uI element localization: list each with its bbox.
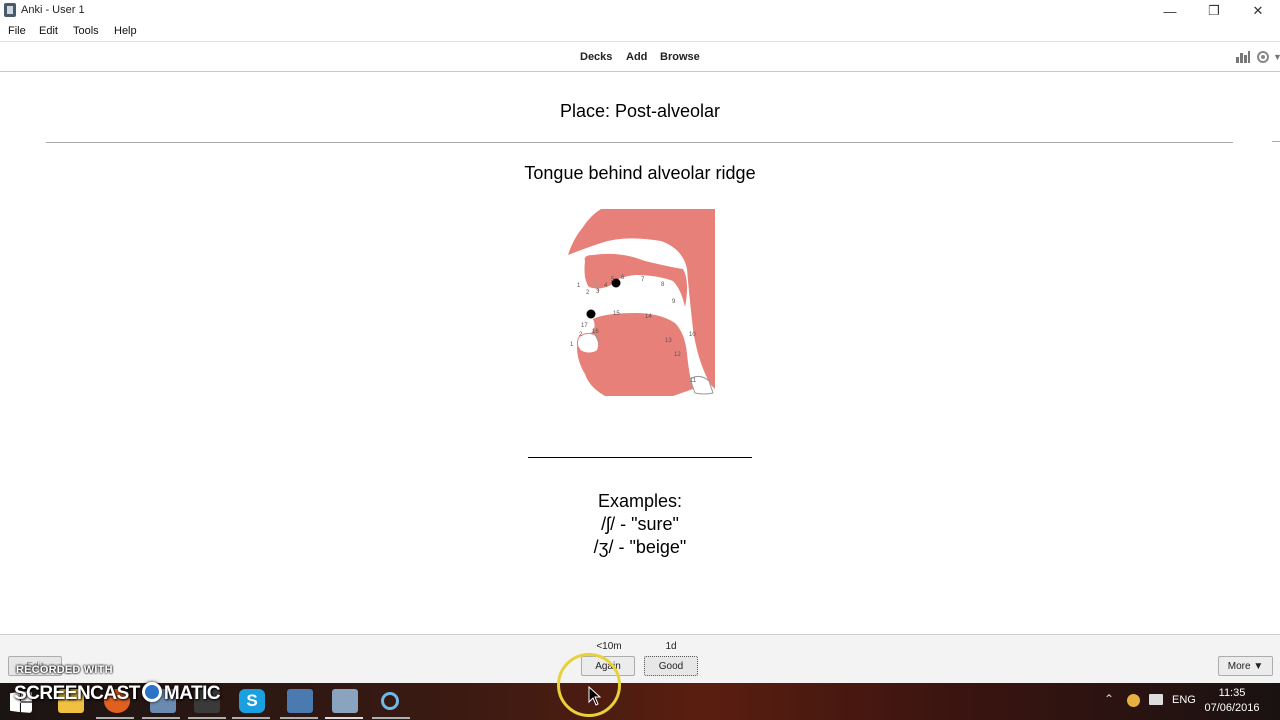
menu-file[interactable]: File: [8, 25, 26, 37]
restore-button[interactable]: ❐: [1192, 0, 1236, 22]
examples-heading: Examples:: [597, 491, 683, 511]
clock-date[interactable]: 07/06/2016: [1200, 702, 1264, 714]
window-title: Anki - User 1: [21, 4, 85, 16]
watermark-text: SCREENCAST: [14, 683, 140, 704]
diagram-label: 9: [672, 299, 676, 305]
articulation-point-marker: [586, 309, 596, 319]
mouse-pointer-icon: [588, 686, 602, 706]
anki-app-icon: [4, 3, 16, 17]
skype-icon[interactable]: S: [239, 689, 265, 713]
browse-link[interactable]: Browse: [660, 51, 700, 63]
anki-taskbar-icon[interactable]: [332, 689, 358, 713]
clock-time[interactable]: 11:35: [1200, 687, 1264, 699]
menu-tools[interactable]: Tools: [73, 25, 99, 37]
diagram-label: 14: [645, 314, 652, 320]
diagram-label: 16: [592, 329, 599, 335]
running-indicator: [96, 717, 134, 719]
example-item: /ʒ/ - "beige": [593, 537, 687, 557]
cortana-icon[interactable]: [381, 692, 399, 710]
diagram-label: 1: [570, 342, 574, 348]
example-item: /ʃ/ - "sure": [601, 514, 679, 534]
diagram-label: 1: [577, 283, 581, 289]
chevron-up-icon[interactable]: ⌃: [1104, 692, 1114, 706]
sync-icon[interactable]: [1257, 51, 1269, 63]
menu-bar: File Edit Tools Help: [0, 22, 1280, 42]
diagram-label: 15: [613, 311, 620, 317]
watermark-caption: RECORDED WITH: [16, 664, 113, 676]
close-button[interactable]: ✕: [1236, 0, 1280, 22]
diagram-label: 7: [641, 277, 645, 283]
running-indicator: [232, 717, 270, 719]
diagram-label: 3: [596, 289, 600, 295]
again-interval: <10m: [596, 641, 622, 652]
network-icon[interactable]: [1127, 694, 1140, 707]
running-indicator: [325, 717, 363, 719]
main-toolbar: Decks Add Browse ▼: [0, 42, 1280, 72]
running-indicator: [142, 717, 180, 719]
diagram-label: 10: [689, 332, 696, 338]
vocal-tract-diagram: 1 2 3 4 5 6 7 8 9 10 11 12 13 14 15 16 1…: [568, 209, 715, 396]
decks-link[interactable]: Decks: [580, 51, 612, 63]
title-bar: Anki - User 1 — ❐ ✕: [0, 0, 1280, 22]
diagram-label: 12: [674, 352, 681, 358]
good-interval: 1d: [665, 641, 677, 652]
cursor-highlight-ring: [557, 653, 621, 717]
screencast-logo-icon: [141, 682, 162, 702]
answer-separator: [528, 457, 752, 458]
front-back-divider: [46, 142, 1233, 143]
card-description: Tongue behind alveolar ridge: [524, 163, 756, 183]
watermark-logo: SCREENCAST MATIC: [14, 682, 221, 705]
language-indicator[interactable]: ENG: [1172, 694, 1196, 706]
menu-help[interactable]: Help: [114, 25, 137, 37]
watermark-text: MATIC: [163, 683, 221, 704]
running-indicator: [372, 717, 410, 719]
diagram-label: 11: [690, 378, 697, 384]
more-button[interactable]: More ▼: [1218, 656, 1273, 676]
diagram-label: 2: [586, 290, 590, 296]
diagram-label: 17: [581, 323, 588, 329]
card-view: Place: Post-alveolar Tongue behind alveo…: [0, 72, 1280, 634]
diagram-label: 8: [661, 282, 665, 288]
minimize-button[interactable]: —: [1148, 0, 1192, 22]
document-icon[interactable]: [287, 689, 313, 713]
running-indicator: [188, 717, 226, 719]
message-icon[interactable]: [1149, 694, 1163, 705]
review-bottom-bar: <10m 1d Edit Again Good More ▼: [0, 634, 1280, 684]
add-link[interactable]: Add: [626, 51, 647, 63]
running-indicator: [280, 717, 318, 719]
divider-edge: [1272, 141, 1280, 142]
card-front-text: Place: Post-alveolar: [559, 101, 721, 121]
stats-icon[interactable]: [1236, 51, 1250, 63]
chevron-down-icon[interactable]: ▼: [1273, 52, 1280, 62]
good-button[interactable]: Good: [644, 656, 698, 676]
menu-edit[interactable]: Edit: [39, 25, 58, 37]
diagram-label: 13: [665, 338, 672, 344]
examples-block: Examples: /ʃ/ - "sure" /ʒ/ - "beige": [0, 490, 1280, 559]
